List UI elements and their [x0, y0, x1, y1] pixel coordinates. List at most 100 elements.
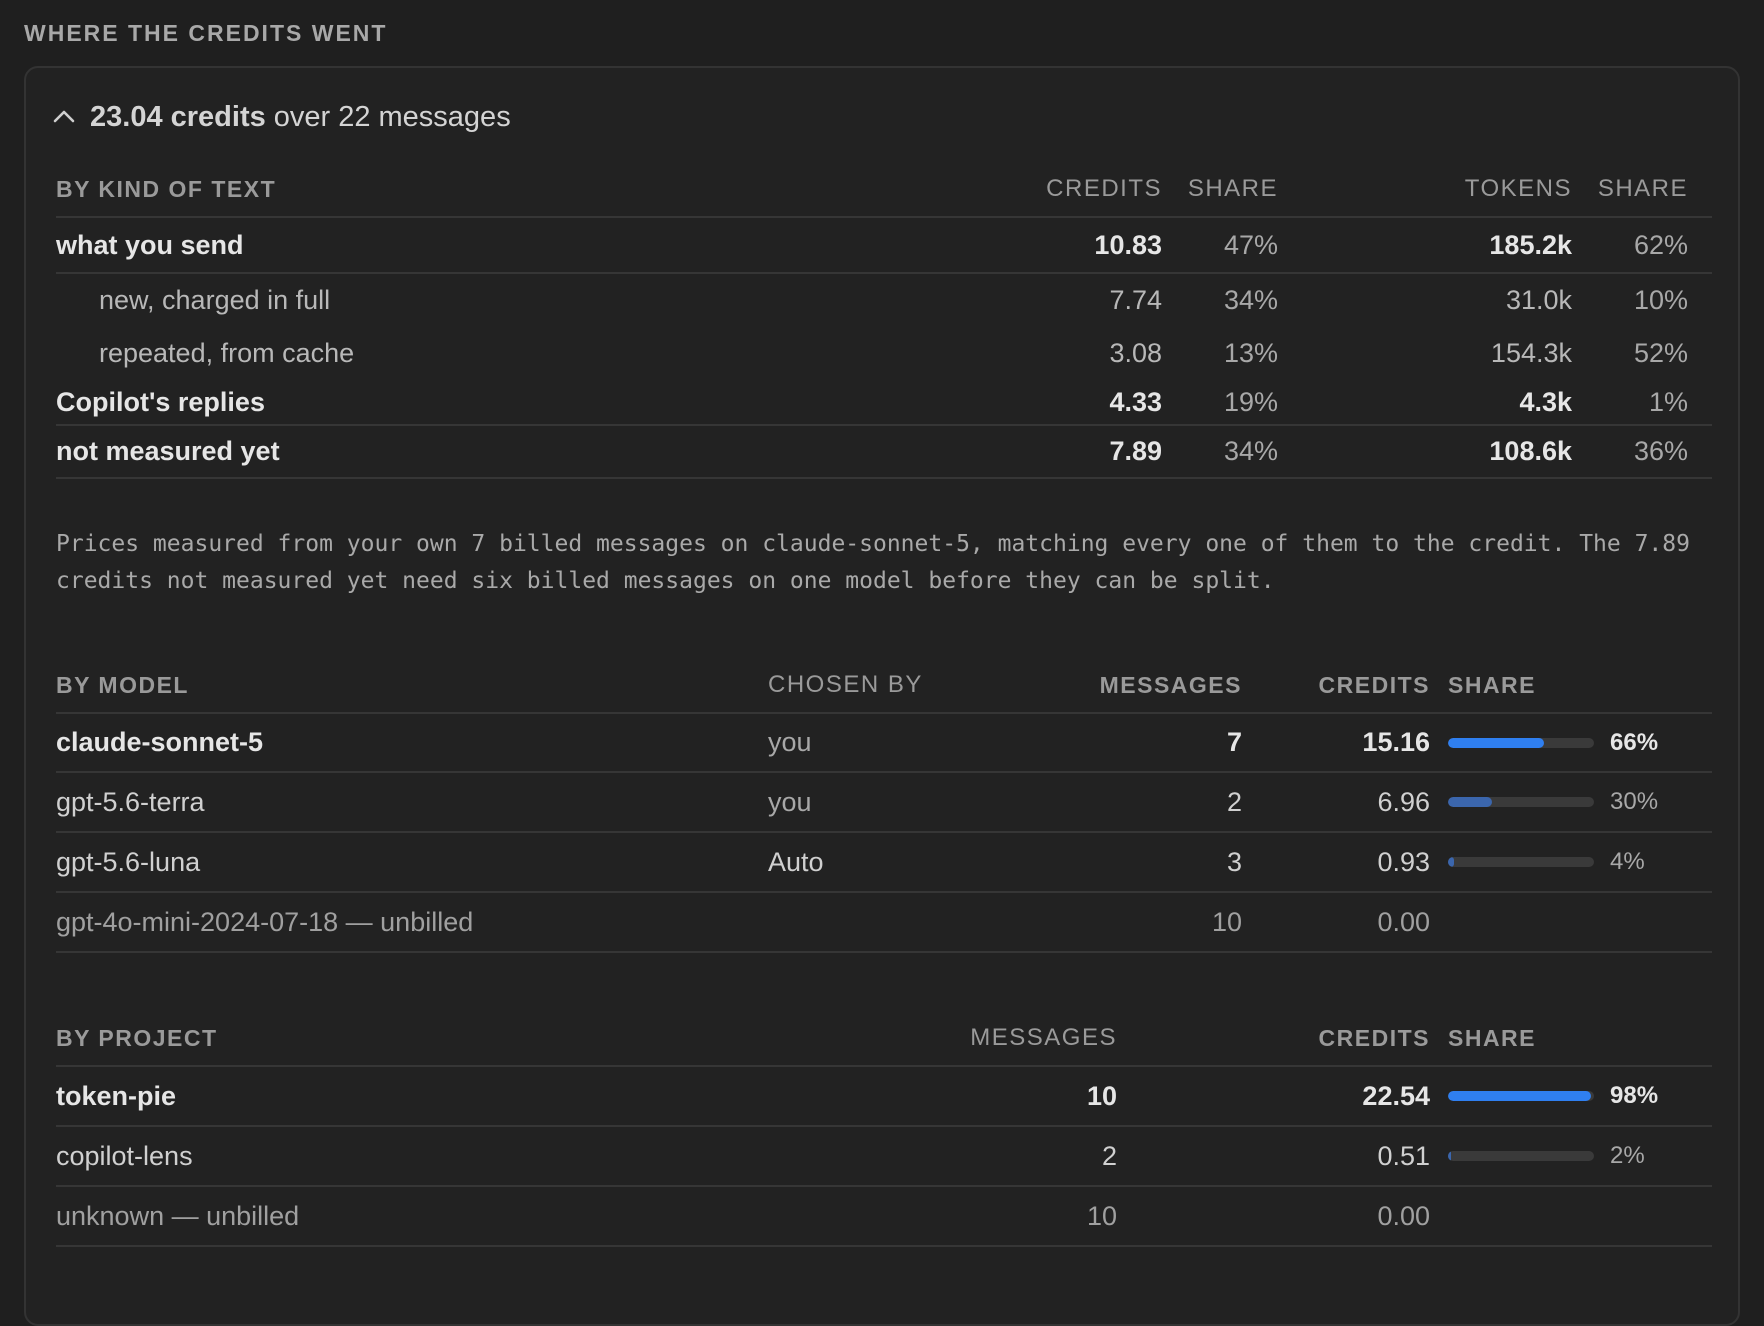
model-messages: 2: [1226, 786, 1242, 817]
project-name: token-pie: [56, 1080, 177, 1111]
header-model-share: SHARE: [1448, 671, 1537, 698]
summary-toggle[interactable]: 23.04 credits over 22 messages: [52, 94, 511, 140]
kind-token-share: 52%: [1633, 338, 1688, 368]
header-project-share: SHARE: [1448, 1024, 1537, 1051]
summary-detail: over 22 messages: [273, 100, 511, 133]
model-credits: 0.00: [1377, 906, 1430, 937]
project-credits: 0.00: [1377, 1200, 1430, 1231]
kind-label: repeated, from cache: [99, 338, 355, 368]
project-messages: 10: [1086, 1080, 1117, 1111]
model-table-header: BY MODEL CHOSEN BY MESSAGES CREDITS SHAR…: [56, 658, 1712, 714]
kind-token-share: 10%: [1633, 285, 1688, 315]
share-percent: 30%: [1610, 788, 1659, 815]
model-chosen-by: you: [768, 786, 812, 817]
credits-panel: 23.04 credits over 22 messages BY KIND O…: [24, 66, 1740, 1326]
kind-tokens: 31.0k: [1505, 285, 1572, 315]
share-bar-fill: [1448, 1151, 1451, 1161]
table-row[interactable]: what you send 10.83 47% 185.2k 62%: [56, 218, 1712, 274]
model-chosen-by: Auto: [768, 846, 824, 877]
model-table: BY MODEL CHOSEN BY MESSAGES CREDITS SHAR…: [56, 658, 1712, 953]
kind-tokens: 108.6k: [1489, 436, 1572, 466]
kind-credits: 4.33: [1109, 386, 1162, 417]
kind-credit-share: 19%: [1223, 386, 1278, 417]
share-percent: 98%: [1610, 1082, 1659, 1109]
model-messages: 3: [1226, 846, 1242, 877]
share-bar: [1448, 797, 1594, 807]
header-project-credits: CREDITS: [1318, 1024, 1430, 1051]
header-by-model: BY MODEL: [56, 671, 189, 698]
table-row[interactable]: copilot-lens 2 0.51 2%: [56, 1127, 1712, 1187]
kind-credits: 7.74: [1109, 285, 1162, 315]
model-messages: 10: [1211, 906, 1242, 937]
kind-label: new, charged in full: [99, 285, 331, 315]
header-credit-share: SHARE: [1187, 175, 1278, 202]
share-bar-fill: [1448, 797, 1492, 807]
kind-token-share: 1%: [1648, 386, 1688, 417]
kind-credit-share: 13%: [1223, 338, 1278, 368]
project-name: copilot-lens: [56, 1140, 193, 1171]
table-row[interactable]: gpt-5.6-luna Auto 3 0.93 4%: [56, 833, 1712, 893]
header-tokens: TOKENS: [1464, 175, 1572, 202]
table-row[interactable]: gpt-4o-mini-2024-07-18 — unbilled 10 0.00: [56, 893, 1712, 953]
kind-credit-share: 47%: [1223, 229, 1278, 260]
share-bar-fill: [1448, 737, 1545, 748]
model-credits: 6.96: [1377, 786, 1430, 817]
chevron-up-icon: [53, 110, 75, 123]
share-bar: [1448, 1151, 1594, 1161]
table-row[interactable]: not measured yet 7.89 34% 108.6k 36%: [56, 426, 1712, 479]
share-bar-fill: [1448, 1091, 1592, 1101]
header-token-share: SHARE: [1597, 175, 1688, 202]
share-percent: 2%: [1610, 1142, 1645, 1169]
table-row[interactable]: repeated, from cache 3.08 13% 154.3k 52%: [56, 327, 1712, 380]
kind-table-header: BY KIND OF TEXT CREDITS SHARE TOKENS SHA…: [56, 162, 1712, 218]
share-bar: [1448, 857, 1594, 867]
project-messages: 10: [1086, 1200, 1117, 1231]
share-bar: [1448, 1091, 1594, 1101]
kind-label: what you send: [56, 229, 244, 260]
kind-table: BY KIND OF TEXT CREDITS SHARE TOKENS SHA…: [56, 162, 1712, 479]
kind-credit-share: 34%: [1223, 436, 1278, 466]
table-row[interactable]: gpt-5.6-terra you 2 6.96 30%: [56, 773, 1712, 833]
header-by-project: BY PROJECT: [56, 1024, 218, 1051]
share-bar: [1448, 737, 1594, 748]
kind-credits: 7.89: [1109, 436, 1162, 466]
project-table-header: BY PROJECT MESSAGES CREDITS SHARE: [56, 1011, 1712, 1067]
kind-tokens: 154.3k: [1490, 338, 1572, 368]
table-row[interactable]: new, charged in full 7.74 34% 31.0k 10%: [56, 274, 1712, 327]
table-row[interactable]: Copilot's replies 4.33 19% 4.3k 1%: [56, 380, 1712, 426]
summary-total: 23.04 credits: [90, 100, 266, 133]
section-title: WHERE THE CREDITS WENT: [24, 20, 388, 46]
project-credits: 0.51: [1377, 1140, 1430, 1171]
kind-token-share: 62%: [1633, 229, 1688, 260]
share-bar-fill: [1448, 857, 1454, 867]
kind-credits: 3.08: [1109, 338, 1162, 368]
share-percent: 4%: [1610, 848, 1645, 875]
kind-tokens: 4.3k: [1519, 386, 1572, 417]
header-credits: CREDITS: [1046, 175, 1162, 202]
model-credits: 15.16: [1362, 727, 1430, 757]
model-messages: 7: [1226, 727, 1242, 757]
model-name: gpt-5.6-luna: [56, 846, 201, 877]
kind-label: Copilot's replies: [56, 386, 265, 417]
kind-token-share: 36%: [1633, 436, 1688, 466]
kind-tokens: 185.2k: [1489, 229, 1572, 260]
project-messages: 2: [1101, 1140, 1117, 1171]
kind-credit-share: 34%: [1223, 285, 1278, 315]
model-name: gpt-4o-mini-2024-07-18 — unbilled: [56, 906, 474, 937]
header-model-credits: CREDITS: [1318, 671, 1430, 698]
kind-label: not measured yet: [56, 436, 280, 466]
table-row[interactable]: token-pie 10 22.54 98%: [56, 1067, 1712, 1127]
model-name: gpt-5.6-terra: [56, 786, 205, 817]
model-name: claude-sonnet-5: [56, 727, 264, 757]
table-row[interactable]: unknown — unbilled 10 0.00: [56, 1187, 1712, 1247]
project-name: unknown — unbilled: [56, 1200, 300, 1231]
header-by-kind: BY KIND OF TEXT: [56, 175, 277, 202]
kind-credits: 10.83: [1094, 229, 1162, 260]
model-credits: 0.93: [1377, 846, 1430, 877]
header-messages: MESSAGES: [1099, 671, 1242, 698]
header-chosen-by: CHOSEN BY: [768, 671, 923, 698]
header-project-messages: MESSAGES: [970, 1024, 1117, 1051]
project-credits: 22.54: [1362, 1080, 1430, 1111]
table-row[interactable]: claude-sonnet-5 you 7 15.16 66%: [56, 714, 1712, 773]
pricing-note: Prices measured from your own 7 billed m…: [56, 531, 1690, 594]
